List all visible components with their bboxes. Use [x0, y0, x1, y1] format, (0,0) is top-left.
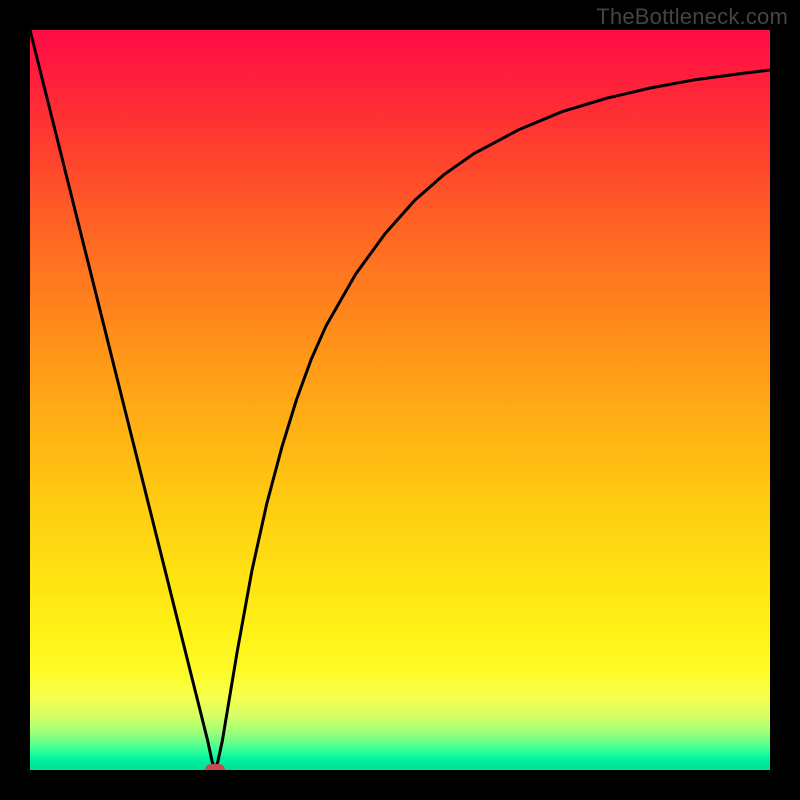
- watermark-text: TheBottleneck.com: [596, 4, 788, 30]
- plot-area: [30, 30, 770, 770]
- bottleneck-curve: [30, 30, 770, 770]
- optimal-point-marker: [205, 764, 225, 770]
- chart-frame: TheBottleneck.com: [0, 0, 800, 800]
